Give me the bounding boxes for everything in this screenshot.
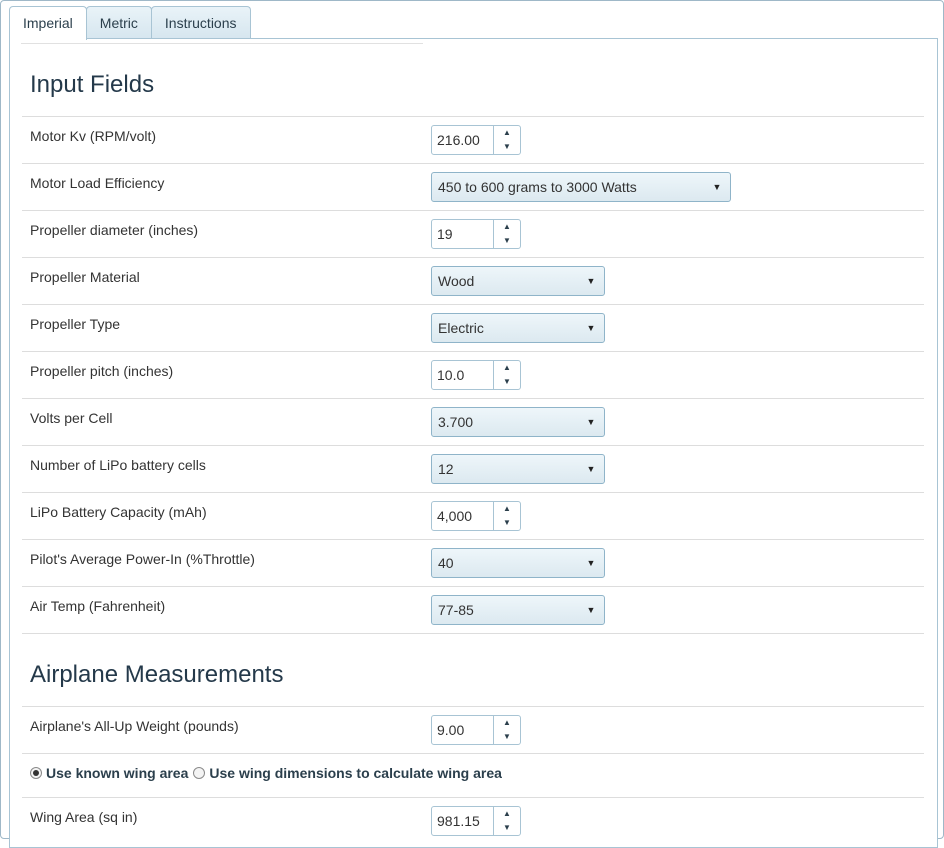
motor-load-efficiency-select[interactable]: 450 to 600 grams to 3000 Watts ▼ [431,172,731,202]
chevron-down-icon: ▼ [586,323,596,333]
prop-type-label: Propeller Type [30,316,121,332]
spinner-up-icon[interactable]: ▲ [494,126,520,140]
row-divider [22,163,924,164]
motor-kv-input[interactable] [432,126,493,154]
prop-pitch-input[interactable] [432,361,493,389]
chevron-down-icon: ▼ [586,558,596,568]
spinner-up-icon[interactable]: ▲ [494,220,520,234]
row-divider [22,210,924,211]
chevron-down-icon: ▼ [586,605,596,615]
tab-imperial[interactable]: Imperial [9,6,87,40]
row-divider [22,398,924,399]
row-divider [22,539,924,540]
motor-load-efficiency-value: 450 to 600 grams to 3000 Watts [438,179,637,195]
spinner-up-icon[interactable]: ▲ [494,361,520,375]
wing-area-spinner: ▲ ▼ [431,806,521,836]
lipo-cells-select[interactable]: 12 ▼ [431,454,605,484]
row-divider [22,797,924,798]
prop-pitch-spinner: ▲ ▼ [431,360,521,390]
prop-pitch-label: Propeller pitch (inches) [30,363,174,379]
row-divider [22,257,924,258]
section-title-input-fields: Input Fields [30,71,155,98]
lipo-cells-label: Number of LiPo battery cells [30,457,206,473]
chevron-down-icon: ▼ [586,464,596,474]
volts-per-cell-label: Volts per Cell [30,410,113,426]
panel-divider [21,43,423,44]
motor-kv-label: Motor Kv (RPM/volt) [30,128,157,144]
spinner-arrows: ▲ ▼ [493,220,520,248]
weight-input[interactable] [432,716,493,744]
motor-kv-spinner: ▲ ▼ [431,125,521,155]
spinner-up-icon[interactable]: ▲ [494,502,520,516]
volts-per-cell-value: 3.700 [438,414,474,430]
row-divider [22,706,924,707]
air-temp-select[interactable]: 77-85 ▼ [431,595,605,625]
lipo-cells-value: 12 [438,461,454,477]
spinner-arrows: ▲ ▼ [493,502,520,530]
radio-known-wing-area[interactable] [30,767,42,779]
radio-wing-dimensions-label[interactable]: Use wing dimensions to calculate wing ar… [209,765,502,781]
tab-bar: Imperial Metric Instructions [9,6,251,40]
spinner-arrows: ▲ ▼ [493,716,520,744]
wing-area-label: Wing Area (sq in) [30,809,138,825]
prop-diameter-input[interactable] [432,220,493,248]
spinner-arrows: ▲ ▼ [493,807,520,835]
prop-material-label: Propeller Material [30,269,140,285]
chevron-down-icon: ▼ [586,417,596,427]
row-divider [22,445,924,446]
avg-power-in-value: 40 [438,555,454,571]
prop-material-select[interactable]: Wood ▼ [431,266,605,296]
section-title-airplane-measurements: Airplane Measurements [30,661,284,688]
row-divider [22,753,924,754]
avg-power-in-select[interactable]: 40 ▼ [431,548,605,578]
spinner-up-icon[interactable]: ▲ [494,716,520,730]
row-divider [22,351,924,352]
chevron-down-icon: ▼ [586,276,596,286]
calculator-window: Imperial Metric Instructions Input Field… [0,0,944,848]
tab-metric[interactable]: Metric [85,6,152,39]
radio-known-wing-area-label[interactable]: Use known wing area [46,765,188,781]
prop-diameter-spinner: ▲ ▼ [431,219,521,249]
spinner-up-icon[interactable]: ▲ [494,807,520,821]
tab-instructions[interactable]: Instructions [150,6,251,39]
lipo-capacity-label: LiPo Battery Capacity (mAh) [30,504,207,520]
row-divider [22,304,924,305]
wing-area-input[interactable] [432,807,493,835]
prop-material-value: Wood [438,273,475,289]
spinner-down-icon[interactable]: ▼ [494,375,520,389]
prop-type-select[interactable]: Electric ▼ [431,313,605,343]
volts-per-cell-select[interactable]: 3.700 ▼ [431,407,605,437]
radio-wing-dimensions[interactable] [193,767,206,779]
row-divider [22,586,924,587]
lipo-capacity-spinner: ▲ ▼ [431,501,521,531]
air-temp-label: Air Temp (Fahrenheit) [30,598,166,614]
air-temp-value: 77-85 [438,602,474,618]
wing-area-mode-group: Use known wing area Use wing dimensions … [30,765,507,781]
row-divider [22,116,924,117]
row-divider [22,633,924,634]
row-divider [22,492,924,493]
prop-type-value: Electric [438,320,484,336]
weight-spinner: ▲ ▼ [431,715,521,745]
spinner-down-icon[interactable]: ▼ [494,730,520,744]
spinner-arrows: ▲ ▼ [493,361,520,389]
motor-load-efficiency-label: Motor Load Efficiency [30,175,165,191]
avg-power-in-label: Pilot's Average Power-In (%Throttle) [30,551,255,567]
chevron-down-icon: ▼ [712,182,722,192]
spinner-arrows: ▲ ▼ [493,126,520,154]
weight-label: Airplane's All-Up Weight (pounds) [30,718,239,734]
spinner-down-icon[interactable]: ▼ [494,516,520,530]
prop-diameter-label: Propeller diameter (inches) [30,222,199,238]
lipo-capacity-input[interactable] [432,502,493,530]
spinner-down-icon[interactable]: ▼ [494,821,520,835]
spinner-down-icon[interactable]: ▼ [494,140,520,154]
spinner-down-icon[interactable]: ▼ [494,234,520,248]
